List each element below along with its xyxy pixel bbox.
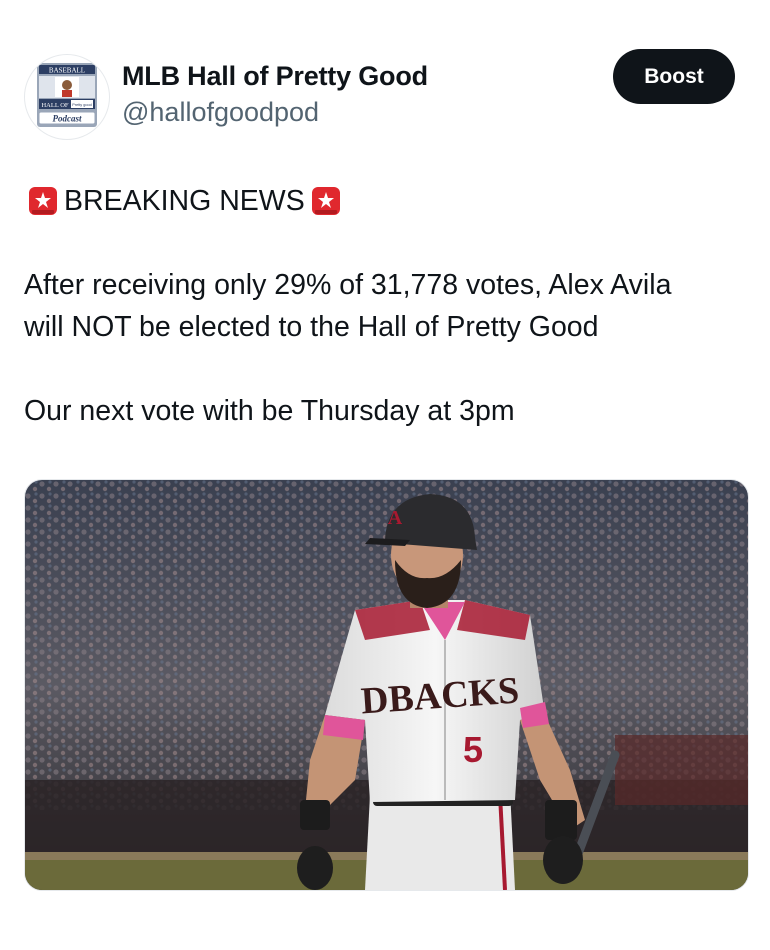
tweet-text: BREAKING NEWS After receiving only 29% o… <box>24 180 754 432</box>
breaking-news-text: BREAKING NEWS <box>64 185 305 217</box>
svg-text:Podcast: Podcast <box>53 114 82 124</box>
baseball-player-photo: DBACKS 5 A <box>25 480 748 890</box>
jersey-number: 5 <box>463 729 483 770</box>
account-name-block[interactable]: MLB Hall of Pretty Good @hallofgoodpod <box>122 58 428 130</box>
podcast-logo-icon: BASEBALL HALL OF Pretty good Podcast <box>37 63 97 127</box>
display-name[interactable]: MLB Hall of Pretty Good <box>122 58 428 94</box>
siren-right-icon <box>311 187 340 215</box>
siren-left-icon <box>29 187 57 215</box>
boost-button[interactable]: Boost <box>613 49 735 104</box>
account-handle[interactable]: @hallofgoodpod <box>122 94 428 130</box>
profile-avatar[interactable]: BASEBALL HALL OF Pretty good Podcast <box>24 54 110 140</box>
tweet-followup: Our next vote with be Thursday at 3pm <box>24 395 515 427</box>
svg-text:BASEBALL: BASEBALL <box>49 67 85 75</box>
svg-text:Pretty good: Pretty good <box>72 103 91 107</box>
helmet-logo: A <box>388 507 403 529</box>
tweet-line-1: After receiving only 29% of 31,778 votes… <box>24 269 672 301</box>
tweet-photo[interactable]: DBACKS 5 A <box>24 479 749 891</box>
breaking-news-heading: BREAKING NEWS <box>28 180 754 222</box>
svg-text:HALL OF: HALL OF <box>41 102 68 109</box>
tweet-line-2: will NOT be elected to the Hall of Prett… <box>24 311 599 343</box>
